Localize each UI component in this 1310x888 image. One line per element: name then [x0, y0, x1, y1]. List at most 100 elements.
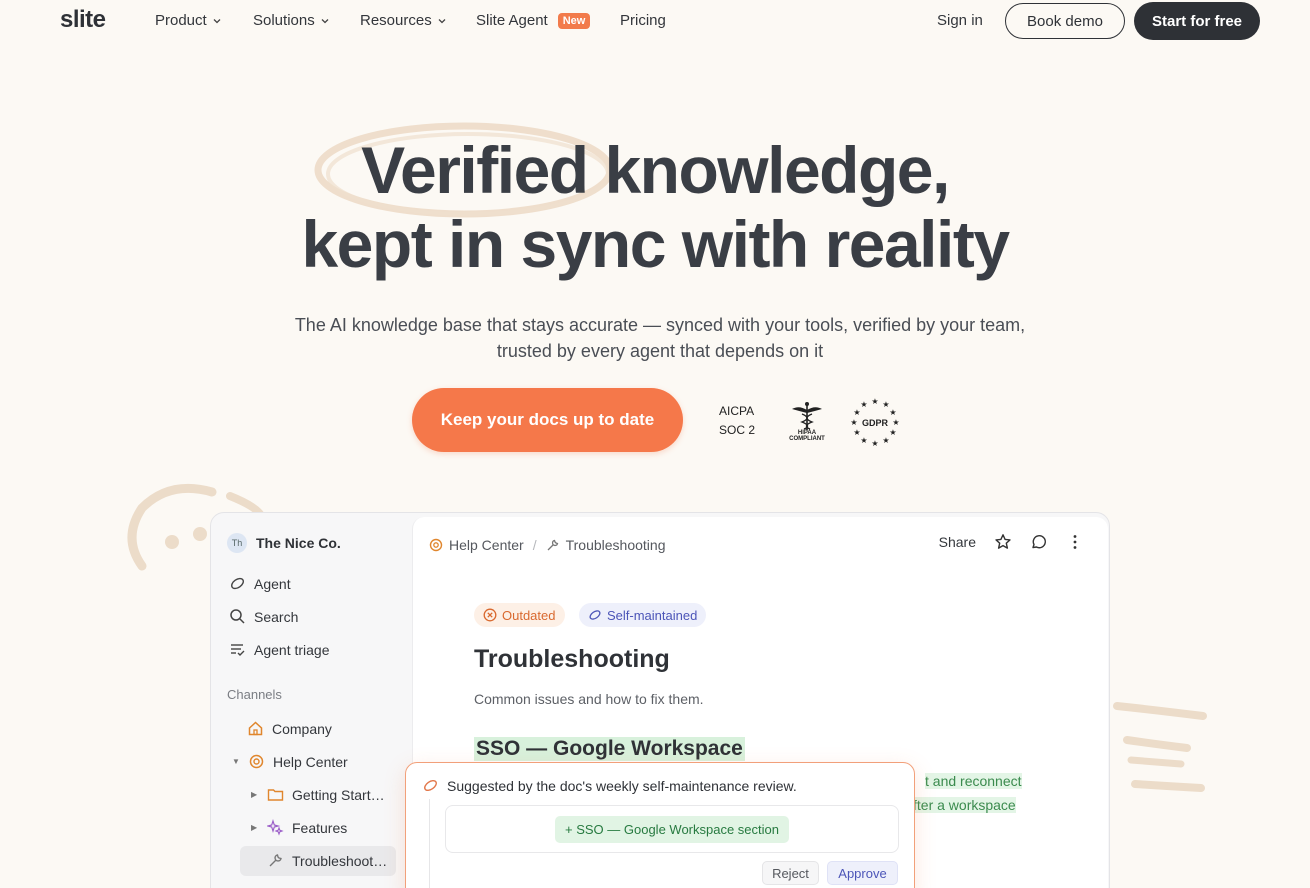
- lines-scribble-decoration: [1113, 702, 1207, 792]
- outdated-badge[interactable]: Outdated: [474, 603, 565, 627]
- svg-text:★: ★: [853, 408, 860, 417]
- sidebar: Th The Nice Co. Agent Search Agent triag…: [211, 513, 411, 888]
- workspace-name: The Nice Co.: [256, 535, 341, 551]
- chevron-down-icon: [438, 18, 446, 23]
- sidebar-item-label: Help Center: [273, 753, 348, 770]
- comment-icon[interactable]: [1030, 533, 1048, 551]
- self-maintained-badge-label: Self-maintained: [607, 607, 698, 623]
- svg-text:★: ★: [860, 400, 867, 409]
- sidebar-item-label: Features: [292, 819, 348, 836]
- sidebar-item-getting-started[interactable]: ▶ Getting Start…: [251, 786, 385, 803]
- svg-text:★: ★: [871, 397, 878, 406]
- suggestion-header: Suggested by the doc's weekly self-maint…: [422, 777, 797, 794]
- caret-down-icon[interactable]: ▼: [232, 757, 240, 766]
- slite-logo[interactable]: slite: [60, 6, 106, 34]
- wrench-icon: [547, 539, 558, 551]
- chevron-down-icon: [213, 18, 221, 23]
- doc-title[interactable]: Troubleshooting: [474, 645, 670, 674]
- nav-pricing[interactable]: Pricing: [620, 12, 666, 29]
- lifebuoy-icon: [429, 538, 443, 552]
- sign-in-link[interactable]: Sign in: [937, 12, 983, 29]
- nav-product[interactable]: Product: [155, 12, 222, 29]
- sidebar-item-label: Agent triage: [254, 641, 330, 658]
- sidebar-item-label: Search: [254, 608, 299, 625]
- sidebar-item-features[interactable]: ▶ Features: [251, 819, 347, 836]
- workspace-switcher[interactable]: Th The Nice Co.: [227, 533, 341, 553]
- sidebar-item-search[interactable]: Search: [229, 608, 298, 625]
- sparkles-icon: [267, 819, 284, 836]
- book-demo-button[interactable]: Book demo: [1005, 3, 1125, 39]
- svg-text:★: ★: [853, 428, 860, 437]
- search-icon: [230, 609, 245, 624]
- sidebar-item-company[interactable]: Company: [247, 720, 332, 737]
- soc2-label: SOC 2: [719, 423, 756, 437]
- breadcrumb-current[interactable]: Troubleshooting: [566, 537, 666, 553]
- wrench-icon: [269, 854, 282, 867]
- caret-right-icon[interactable]: ▶: [251, 790, 259, 799]
- svg-text:★: ★: [850, 418, 857, 427]
- suggestion-header-text: Suggested by the doc's weekly self-maint…: [447, 777, 797, 794]
- svg-text:★: ★: [860, 436, 867, 445]
- nav-slite-agent-label: Slite Agent: [476, 12, 548, 29]
- workspace-avatar: Th: [227, 533, 247, 553]
- aicpa-label: AICPA: [719, 404, 755, 418]
- gdpr-label: GDPR: [862, 418, 889, 428]
- nav-slite-agent[interactable]: Slite Agent New: [476, 12, 591, 29]
- hipaa-label: HIPAA COMPLIANT: [784, 430, 830, 442]
- aicpa-soc2-logo: AICPA SOC 2: [719, 402, 755, 440]
- doc-added-text-line: fter a workspace: [913, 797, 1016, 813]
- svg-text:★: ★: [892, 418, 899, 427]
- home-icon: [248, 721, 263, 736]
- suggestion-popover: Suggested by the doc's weekly self-maint…: [405, 762, 915, 888]
- svg-text:★: ★: [889, 408, 896, 417]
- doc-subtitle[interactable]: Common issues and how to fix them.: [474, 691, 704, 707]
- keep-docs-up-to-date-button[interactable]: Keep your docs up to date: [412, 388, 683, 452]
- nav-solutions-label: Solutions: [253, 12, 315, 29]
- sidebar-item-label: Troubleshoot…: [292, 852, 388, 869]
- sidebar-item-label: Company: [272, 720, 332, 737]
- reject-button[interactable]: Reject: [762, 861, 819, 885]
- sidebar-item-agent-triage[interactable]: Agent triage: [229, 641, 330, 658]
- hero-subtitle: The AI knowledge base that stays accurat…: [294, 315, 1026, 361]
- agent-icon: [589, 610, 601, 620]
- doc-toolbar: Share: [939, 533, 1084, 551]
- suggested-change[interactable]: + SSO — Google Workspace section: [555, 815, 789, 843]
- x-circle-icon: [483, 608, 497, 622]
- self-maintained-badge[interactable]: Self-maintained: [579, 603, 707, 627]
- top-nav: slite Product Solutions Resources Slite …: [0, 0, 1310, 42]
- hero-headline-line-2: kept in sync with reality: [301, 207, 1010, 281]
- more-vertical-icon[interactable]: [1066, 533, 1084, 551]
- channels-header: Channels: [227, 687, 282, 702]
- doc-added-text-line: t and reconnect: [925, 773, 1022, 789]
- sidebar-item-help-center[interactable]: ▼ Help Center: [232, 753, 348, 770]
- sidebar-item-label: Agent: [254, 575, 291, 592]
- suggested-change-box: + SSO — Google Workspace section: [445, 805, 899, 853]
- breadcrumb-separator: /: [532, 537, 537, 553]
- start-for-free-button[interactable]: Start for free: [1134, 2, 1260, 40]
- folder-icon: [267, 789, 284, 801]
- sidebar-item-troubleshooting[interactable]: Troubleshoot…: [267, 852, 387, 869]
- approve-button[interactable]: Approve: [827, 861, 898, 885]
- breadcrumb: Help Center / Troubleshooting: [429, 537, 665, 553]
- outdated-badge-label: Outdated: [502, 607, 556, 623]
- nav-solutions[interactable]: Solutions: [253, 12, 330, 29]
- agent-icon: [424, 779, 437, 792]
- nav-resources-label: Resources: [360, 12, 432, 29]
- chevron-down-icon: [321, 18, 329, 23]
- gdpr-stars-logo: ★ ★★ ★★★ ★★★ ★★★ GDPR: [850, 397, 899, 447]
- lifebuoy-icon: [249, 754, 264, 769]
- doc-section-heading[interactable]: SSO — Google Workspace: [474, 737, 745, 761]
- share-button[interactable]: Share: [939, 534, 976, 550]
- thread-line: [429, 799, 430, 888]
- sidebar-item-agent[interactable]: Agent: [229, 575, 291, 592]
- star-icon[interactable]: [994, 533, 1012, 551]
- list-check-icon: [231, 644, 245, 656]
- hipaa-label-2: COMPLIANT: [789, 436, 825, 442]
- breadcrumb-parent[interactable]: Help Center: [449, 537, 524, 553]
- nav-pricing-label: Pricing: [620, 12, 666, 29]
- nav-resources[interactable]: Resources: [360, 12, 447, 29]
- svg-text:★: ★: [882, 436, 889, 445]
- nav-product-label: Product: [155, 12, 207, 29]
- sidebar-item-label: Getting Start…: [292, 786, 385, 803]
- caret-right-icon[interactable]: ▶: [251, 823, 259, 832]
